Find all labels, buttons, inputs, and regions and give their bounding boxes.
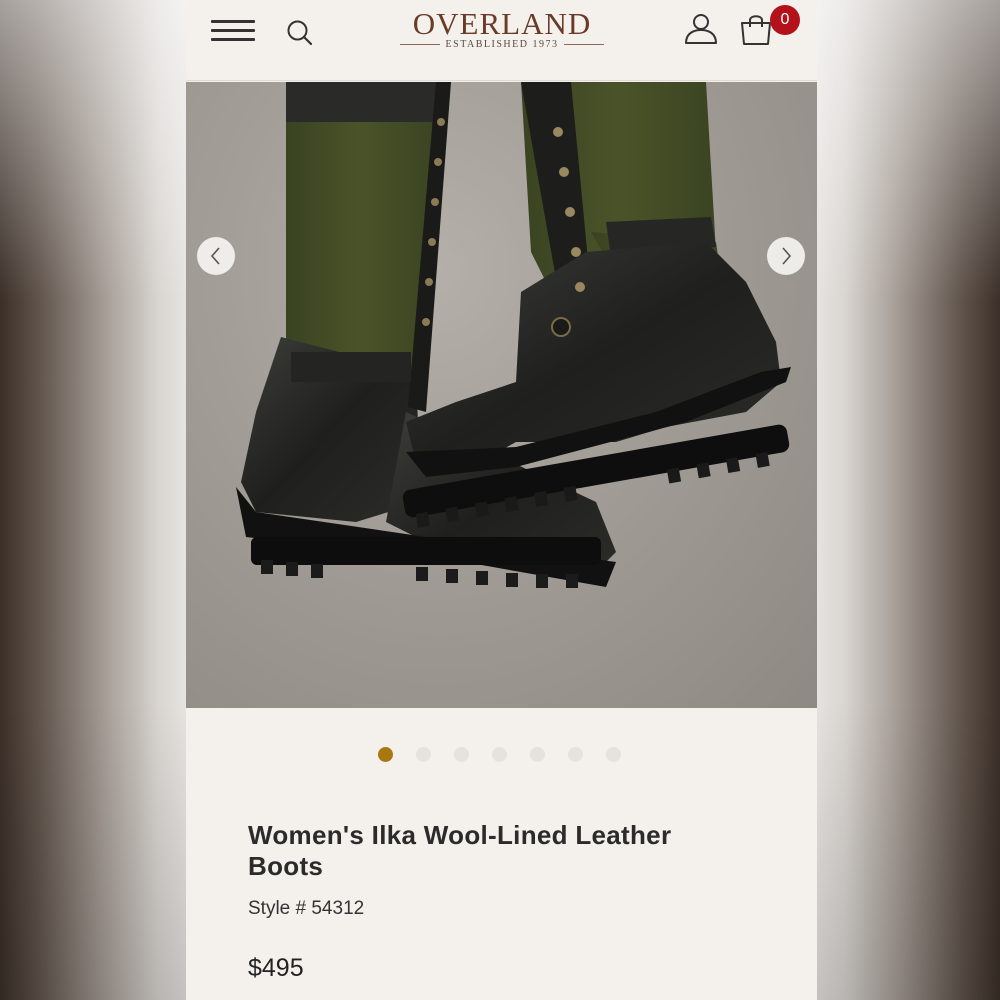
gallery-dot-2[interactable] [416,747,431,762]
gallery-dot-1[interactable] [378,747,393,762]
menu-icon[interactable] [211,20,255,44]
shopping-bag-icon[interactable] [738,12,774,46]
style-number: Style # 54312 [248,898,365,919]
product-page: OVERLAND ESTABLISHED 1973 0 Women's Ilka… [186,0,817,1000]
gallery-next-button[interactable] [767,237,805,275]
product-image[interactable] [186,82,817,708]
brand-logo[interactable]: OVERLAND ESTABLISHED 1973 [400,6,605,50]
account-icon[interactable] [683,12,719,46]
gallery-dot-5[interactable] [530,747,545,762]
gallery-dot-7[interactable] [606,747,621,762]
brand-tagline: ESTABLISHED 1973 [445,39,559,50]
cart-count-badge[interactable]: 0 [770,5,800,35]
gallery-dot-3[interactable] [454,747,469,762]
boots-illustration [236,82,791,588]
gallery-prev-button[interactable] [197,237,235,275]
blurred-backdrop-right [817,0,1000,1000]
gallery-dot-6[interactable] [568,747,583,762]
site-header: OVERLAND ESTABLISHED 1973 0 [186,0,817,81]
gallery-pagination [378,747,621,762]
product-title: Women's Ilka Wool-Lined Leather Boots [248,820,672,881]
product-price: $495 [248,954,304,982]
gallery-dot-4[interactable] [492,747,507,762]
chevron-left-icon [210,247,220,265]
blurred-backdrop-left [0,0,186,1000]
chevron-right-icon [782,247,792,265]
brand-name: OVERLAND [412,6,592,41]
search-icon[interactable] [285,18,315,48]
